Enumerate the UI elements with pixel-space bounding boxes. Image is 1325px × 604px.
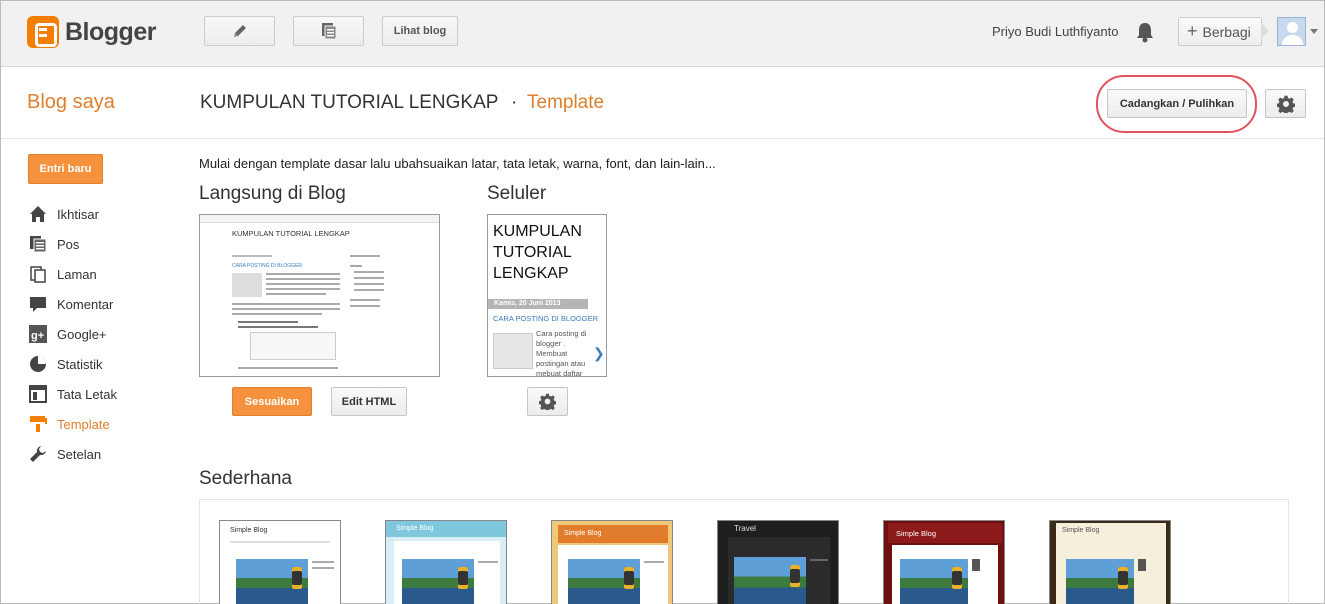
mobile-template-preview[interactable]: KUMPULAN TUTORIAL LENGKAP Kamis, 20 Juni… [487, 214, 607, 377]
svg-text:g+: g+ [31, 330, 44, 342]
posts-list-button[interactable] [293, 16, 364, 46]
sidebar-item-label: Komentar [57, 296, 114, 312]
sidebar-item-label: Tata Letak [57, 386, 117, 402]
template-option[interactable]: Simple Blog [883, 520, 1005, 604]
google-plus-icon: g+ [28, 325, 47, 344]
pencil-icon [233, 25, 246, 37]
edit-html-button[interactable]: Edit HTML [331, 387, 407, 416]
template-option[interactable]: Simple Blog [1049, 520, 1171, 604]
sidebar-item-template[interactable]: Template [28, 409, 188, 439]
preview-blog-title: KUMPULAN TUTORIAL LENGKAP [232, 229, 350, 238]
customize-label: Sesuaikan [244, 395, 300, 408]
gear-icon [539, 393, 556, 410]
sidebar-item-label: Pos [57, 236, 80, 252]
notification-bell-icon[interactable] [1135, 21, 1155, 43]
sidebar-item-label: Setelan [57, 446, 102, 462]
template-title: Simple Blog [564, 530, 602, 537]
sidebar-item-label: Laman [57, 266, 97, 282]
view-blog-button[interactable]: Lihat blog [382, 16, 458, 46]
template-option[interactable]: Simple Blog [385, 520, 507, 604]
template-option[interactable]: Simple Blog [219, 520, 341, 604]
mobile-heading: Seluler [487, 183, 547, 204]
layout-icon [28, 385, 47, 404]
template-option[interactable]: Simple Blog [551, 520, 673, 604]
preview-post-title: CARA POSTING DI BLOGGER [232, 263, 303, 269]
breadcrumb-separator: · [511, 92, 518, 113]
sidebar-item-label: Template [57, 416, 110, 432]
intro-text: Mulai dengan template dasar lalu ubahsua… [199, 156, 716, 171]
comment-icon [28, 295, 47, 314]
live-template-preview[interactable]: KUMPULAN TUTORIAL LENGKAP CARA POSTING D… [199, 214, 440, 377]
preview-navbar [200, 215, 439, 223]
plus-icon: + [1187, 21, 1198, 41]
preview-screenshot [250, 332, 336, 360]
pages-icon [28, 265, 47, 284]
view-blog-label: Lihat blog [393, 25, 447, 37]
new-post-button[interactable]: Entri baru [28, 154, 103, 184]
page-header: Blog saya KUMPULAN TUTORIAL LENGKAP · Te… [1, 67, 1324, 139]
template-icon [28, 415, 47, 434]
share-label: Berbagi [1202, 23, 1251, 40]
chevron-down-icon[interactable] [1310, 29, 1318, 34]
sidebar-item-google-plus[interactable]: g+ Google+ [28, 319, 188, 349]
template-title: Simple Blog [230, 527, 268, 534]
sidebar-item-overview[interactable]: Ikhtisar [28, 199, 188, 229]
sidebar-item-label: Ikhtisar [57, 206, 99, 222]
username[interactable]: Priyo Budi Luthfiyanto [992, 24, 1118, 39]
customize-button[interactable]: Sesuaikan [232, 387, 312, 416]
posts-icon [28, 235, 47, 254]
backup-restore-label: Cadangkan / Pulihkan [1119, 97, 1235, 110]
sidebar-item-label: Google+ [57, 326, 107, 342]
edit-html-label: Edit HTML [341, 395, 397, 408]
gear-icon [1276, 95, 1295, 113]
preview-image [232, 273, 262, 297]
sidebar-item-comments[interactable]: Komentar [28, 289, 188, 319]
mobile-preview-snippet: Cara posting di blogger . Membuat postin… [536, 329, 587, 377]
home-icon [28, 205, 47, 224]
mobile-preview-image [493, 333, 533, 369]
avatar[interactable] [1277, 17, 1306, 46]
settings-button[interactable] [1265, 89, 1306, 118]
sidebar-nav: Ikhtisar Pos Laman Komentar g+ Google+ S… [28, 199, 188, 469]
mobile-preview-title: KUMPULAN TUTORIAL LENGKAP [493, 223, 582, 282]
sidebar-item-posts[interactable]: Pos [28, 229, 188, 259]
blogger-logo[interactable]: Blogger [27, 16, 156, 48]
template-title: Simple Blog [1062, 527, 1100, 534]
share-button[interactable]: + Berbagi [1178, 17, 1262, 46]
logo-text: Blogger [65, 17, 156, 46]
page-title: Template [527, 92, 605, 113]
template-title: Simple Blog [896, 529, 937, 538]
simple-templates-heading: Sederhana [199, 468, 292, 489]
my-blogs-link[interactable]: Blog saya [27, 91, 115, 114]
preview-date-bar [232, 255, 272, 257]
wrench-icon [28, 445, 47, 464]
template-option[interactable]: Travel [717, 520, 839, 604]
sidebar-item-pages[interactable]: Laman [28, 259, 188, 289]
new-post-pencil-button[interactable] [204, 16, 275, 46]
mobile-settings-button[interactable] [527, 387, 568, 416]
template-title: Travel [734, 524, 756, 533]
template-title: Simple Blog [396, 525, 434, 532]
blog-name[interactable]: KUMPULAN TUTORIAL LENGKAP [200, 92, 498, 114]
stats-icon [28, 355, 47, 374]
live-on-blog-heading: Langsung di Blog [199, 183, 346, 204]
sidebar-item-stats[interactable]: Statistik [28, 349, 188, 379]
sidebar-item-label: Statistik [57, 356, 103, 372]
mobile-preview-post-title: CARA POSTING DI BLOGGER [493, 314, 599, 323]
backup-restore-button[interactable]: Cadangkan / Pulihkan [1107, 89, 1247, 118]
new-post-label: Entri baru [39, 163, 92, 175]
posts-icon [321, 23, 336, 40]
blogger-logo-icon [27, 16, 59, 48]
share-count-arrow [1261, 23, 1269, 39]
mobile-preview-date: Kamis, 20 Juni 2013 [488, 299, 588, 309]
chevron-right-icon[interactable]: ❯ [593, 345, 605, 362]
sidebar-item-settings[interactable]: Setelan [28, 439, 188, 469]
sidebar-item-layout[interactable]: Tata Letak [28, 379, 188, 409]
top-bar: Blogger Lihat blog Priyo Budi Luthfiyant… [1, 1, 1324, 67]
